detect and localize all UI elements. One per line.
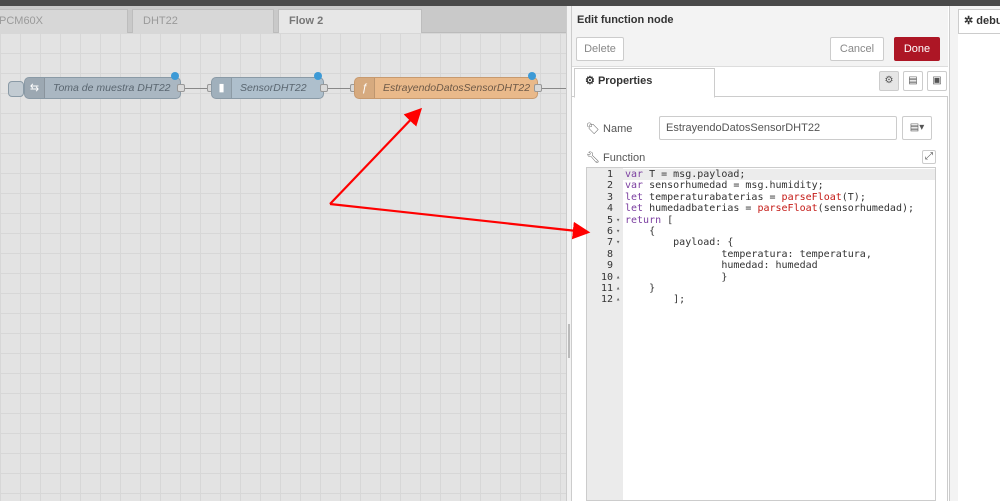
function-label: 🔧︎ Function xyxy=(586,151,645,164)
delete-button[interactable]: Delete xyxy=(576,37,624,61)
fold-arrow-icon[interactable]: ▴ xyxy=(616,294,620,305)
code-line[interactable]: 11 ▴ } xyxy=(587,283,935,294)
code-text: humedad: humedad xyxy=(625,260,818,272)
name-label-text: Name xyxy=(603,123,633,135)
sensor-node[interactable]: ▮ SensorDHT22 xyxy=(211,77,324,99)
code-line[interactable]: 7 ▾ payload: { xyxy=(587,237,935,248)
fold-arrow-icon[interactable]: ▴ xyxy=(616,272,620,283)
wrench-icon: 🔧︎ xyxy=(586,152,600,164)
function-node[interactable]: ƒ EstrayendoDatosSensorDHT22 xyxy=(354,77,538,99)
code-line[interactable]: 8 temperatura: temperatura, xyxy=(587,249,935,260)
gear-icon: ⚙ xyxy=(585,75,595,87)
node-library-button[interactable]: ▤▾ xyxy=(902,116,932,140)
line-number: 8 xyxy=(606,248,613,260)
tab-debug[interactable]: ✲ debu xyxy=(958,9,1000,33)
done-button[interactable]: Done xyxy=(894,37,940,61)
line-number: 11 xyxy=(600,283,613,294)
code-line[interactable]: 12 ▴ ]; xyxy=(587,294,935,305)
changed-indicator xyxy=(171,72,179,80)
line-number: 7 xyxy=(606,237,613,249)
tag-icon: 🏷︎ xyxy=(586,123,600,135)
sensor-icon: ▮ xyxy=(212,78,232,98)
node-label: SensorDHT22 xyxy=(240,82,307,94)
tray-header: Edit function node Delete Cancel Done xyxy=(572,6,948,67)
line-number: 5 xyxy=(606,214,613,226)
line-number: 9 xyxy=(606,260,613,272)
line-number: 6 xyxy=(606,226,613,237)
code-text: } xyxy=(625,283,656,294)
code-line[interactable]: 10 ▴ } xyxy=(587,272,935,283)
workspace-tab-bar: PCM60X DHT22 Flow 2 xyxy=(0,6,566,34)
code-text: var sensorhumedad = msg.humidity; xyxy=(625,180,824,192)
splitter-handle[interactable] xyxy=(568,324,570,358)
line-number: 10 xyxy=(600,271,613,283)
fold-arrow-icon[interactable]: ▴ xyxy=(616,283,620,294)
output-port[interactable] xyxy=(177,84,185,92)
flow-canvas[interactable] xyxy=(0,33,566,501)
cancel-button[interactable]: Cancel xyxy=(830,37,884,61)
node-label: Toma de muestra DHT22 xyxy=(53,82,171,94)
output-port[interactable] xyxy=(534,84,542,92)
debug-panel xyxy=(958,33,1000,501)
fold-arrow-icon[interactable]: ▾ xyxy=(616,226,620,237)
code-line[interactable]: 1 var T = msg.payload; xyxy=(587,169,935,181)
description-icon[interactable]: ▤ xyxy=(903,71,923,91)
changed-indicator xyxy=(528,72,536,80)
node-red-editor: PCM60X DHT22 Flow 2 ⇆ Toma de muestra DH… xyxy=(0,0,1000,501)
settings-icon[interactable]: ⚙ xyxy=(879,71,899,91)
code-line[interactable]: 6 ▾ { xyxy=(587,226,935,237)
edit-tray: Edit function node Delete Cancel Done ⚙ … xyxy=(572,6,948,501)
line-number: 4 xyxy=(606,203,613,215)
code-text: let temperaturabaterias = parseFloat(T); xyxy=(625,191,866,203)
tray-title: Edit function node xyxy=(577,14,674,26)
inject-trigger-button[interactable] xyxy=(8,81,24,97)
tab-dht22[interactable]: DHT22 xyxy=(132,9,274,33)
code-text: ]; xyxy=(625,294,686,306)
line-number: 3 xyxy=(606,191,613,203)
debug-sidebar: ✲ debu xyxy=(949,6,1000,501)
node-label: EstrayendoDatosSensorDHT22 xyxy=(383,82,531,94)
line-number: 2 xyxy=(606,180,613,192)
code-text: var T = msg.payload; xyxy=(625,169,746,180)
code-text: { xyxy=(625,226,656,237)
name-input[interactable]: EstrayendoDatosSensorDHT22 xyxy=(659,116,897,140)
inject-icon: ⇆ xyxy=(25,78,45,98)
tab-properties[interactable]: ⚙ Properties xyxy=(574,68,715,98)
name-label: 🏷︎ Name xyxy=(586,122,632,135)
fold-arrow-icon[interactable]: ▾ xyxy=(616,237,620,248)
bug-icon: ✲ xyxy=(964,15,974,27)
code-text: temperatura: temperatura, xyxy=(625,248,872,260)
line-number: 12 xyxy=(600,294,613,306)
code-line[interactable]: 9 humedad: humedad xyxy=(587,260,935,271)
code-text: } xyxy=(625,271,728,283)
fold-arrow-icon[interactable]: ▾ xyxy=(616,215,620,226)
changed-indicator xyxy=(314,72,322,80)
code-line[interactable]: 3 let temperaturabaterias = parseFloat(T)… xyxy=(587,192,935,203)
function-label-text: Function xyxy=(603,152,646,164)
expand-editor-icon[interactable]: ⤢ xyxy=(922,150,936,164)
code-text: payload: { xyxy=(625,237,734,249)
code-text: return [ xyxy=(625,214,674,226)
tab-flow-2[interactable]: Flow 2 xyxy=(278,9,422,34)
tab-pcm60x[interactable]: PCM60X xyxy=(0,9,128,33)
tab-debug-label: debu xyxy=(976,15,1000,27)
code-editor[interactable]: 1 var T = msg.payload; 2 var sensorhumedad… xyxy=(586,167,936,501)
code-text: let humedadbaterias = parseFloat(sensorh… xyxy=(625,203,914,215)
appearance-icon[interactable]: ▣ xyxy=(927,71,947,91)
code-line[interactable]: 5 ▾ return [ xyxy=(587,215,935,226)
output-port[interactable] xyxy=(320,84,328,92)
code-line[interactable]: 4 let humedadbaterias = parseFloat(sensor… xyxy=(587,203,935,214)
function-icon: ƒ xyxy=(355,78,375,98)
property-tabs: ⚙ Properties ⚙ ▤ ▣ xyxy=(572,67,948,98)
tab-properties-label: Properties xyxy=(597,75,653,87)
line-number: 1 xyxy=(606,169,613,180)
inject-node[interactable]: ⇆ Toma de muestra DHT22 xyxy=(24,77,181,99)
code-line[interactable]: 2 var sensorhumedad = msg.humidity; xyxy=(587,180,935,191)
wire[interactable] xyxy=(541,88,566,89)
flow-workspace: PCM60X DHT22 Flow 2 ⇆ Toma de muestra DH… xyxy=(0,6,566,501)
